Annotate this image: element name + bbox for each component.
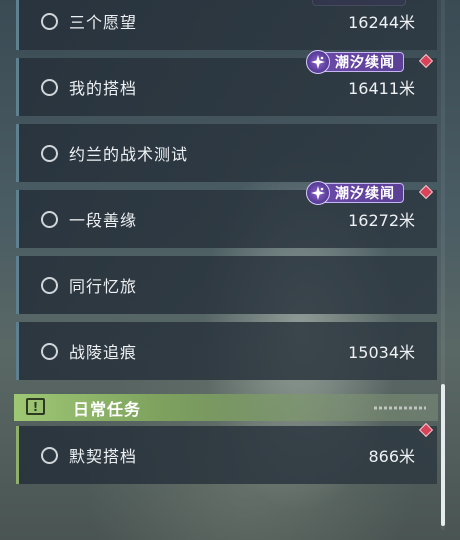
quest-title: 一段善缘 <box>69 211 138 230</box>
sparkle-icon <box>306 50 330 74</box>
quest-row[interactable]: 三个愿望 16244米 <box>16 0 437 50</box>
quest-title: 战陵追痕 <box>69 343 138 362</box>
quest-list: 三个愿望 16244米 我的搭档 16411米 潮汐续闻 约兰的战术测试 一段善… <box>0 0 460 540</box>
quest-title: 约兰的战术测试 <box>69 145 189 164</box>
quest-title: 默契搭档 <box>69 447 138 466</box>
sparkle-icon <box>306 181 330 205</box>
quest-badge: 潮汐续闻 <box>306 181 404 205</box>
radio-circle-icon[interactable] <box>41 12 58 30</box>
quest-row[interactable]: 默契搭档 866米 <box>16 426 437 484</box>
scrollbar-thumb[interactable] <box>441 384 445 526</box>
radio-circle-icon[interactable] <box>41 210 58 228</box>
badge-label: 潮汐续闻 <box>335 55 395 71</box>
quest-badge: 潮汐续闻 <box>306 50 404 74</box>
radio-circle-icon[interactable] <box>41 144 58 162</box>
quest-title: 三个愿望 <box>69 13 138 32</box>
badge-label: 潮汐续闻 <box>335 186 395 202</box>
header-decoration <box>374 406 426 409</box>
quest-row[interactable]: 战陵追痕 15034米 <box>16 322 437 380</box>
quest-distance: 16272米 <box>348 211 415 230</box>
radio-circle-icon[interactable] <box>41 276 58 294</box>
radio-circle-icon[interactable] <box>41 342 58 360</box>
section-title: 日常任务 <box>73 399 142 419</box>
quest-title: 同行忆旅 <box>69 277 138 296</box>
quest-distance: 15034米 <box>348 343 415 362</box>
quest-row[interactable]: 同行忆旅 <box>16 256 437 314</box>
quest-row[interactable]: 约兰的战术测试 <box>16 124 437 182</box>
exclamation-icon: ! <box>26 398 45 415</box>
daily-quests-header[interactable]: ! 日常任务 <box>14 394 438 421</box>
quest-distance: 866米 <box>368 447 415 466</box>
radio-circle-icon[interactable] <box>41 78 58 96</box>
radio-circle-icon[interactable] <box>41 446 58 464</box>
quest-distance: 16244米 <box>348 13 415 32</box>
quest-distance: 16411米 <box>348 79 415 98</box>
quest-title: 我的搭档 <box>69 79 138 98</box>
